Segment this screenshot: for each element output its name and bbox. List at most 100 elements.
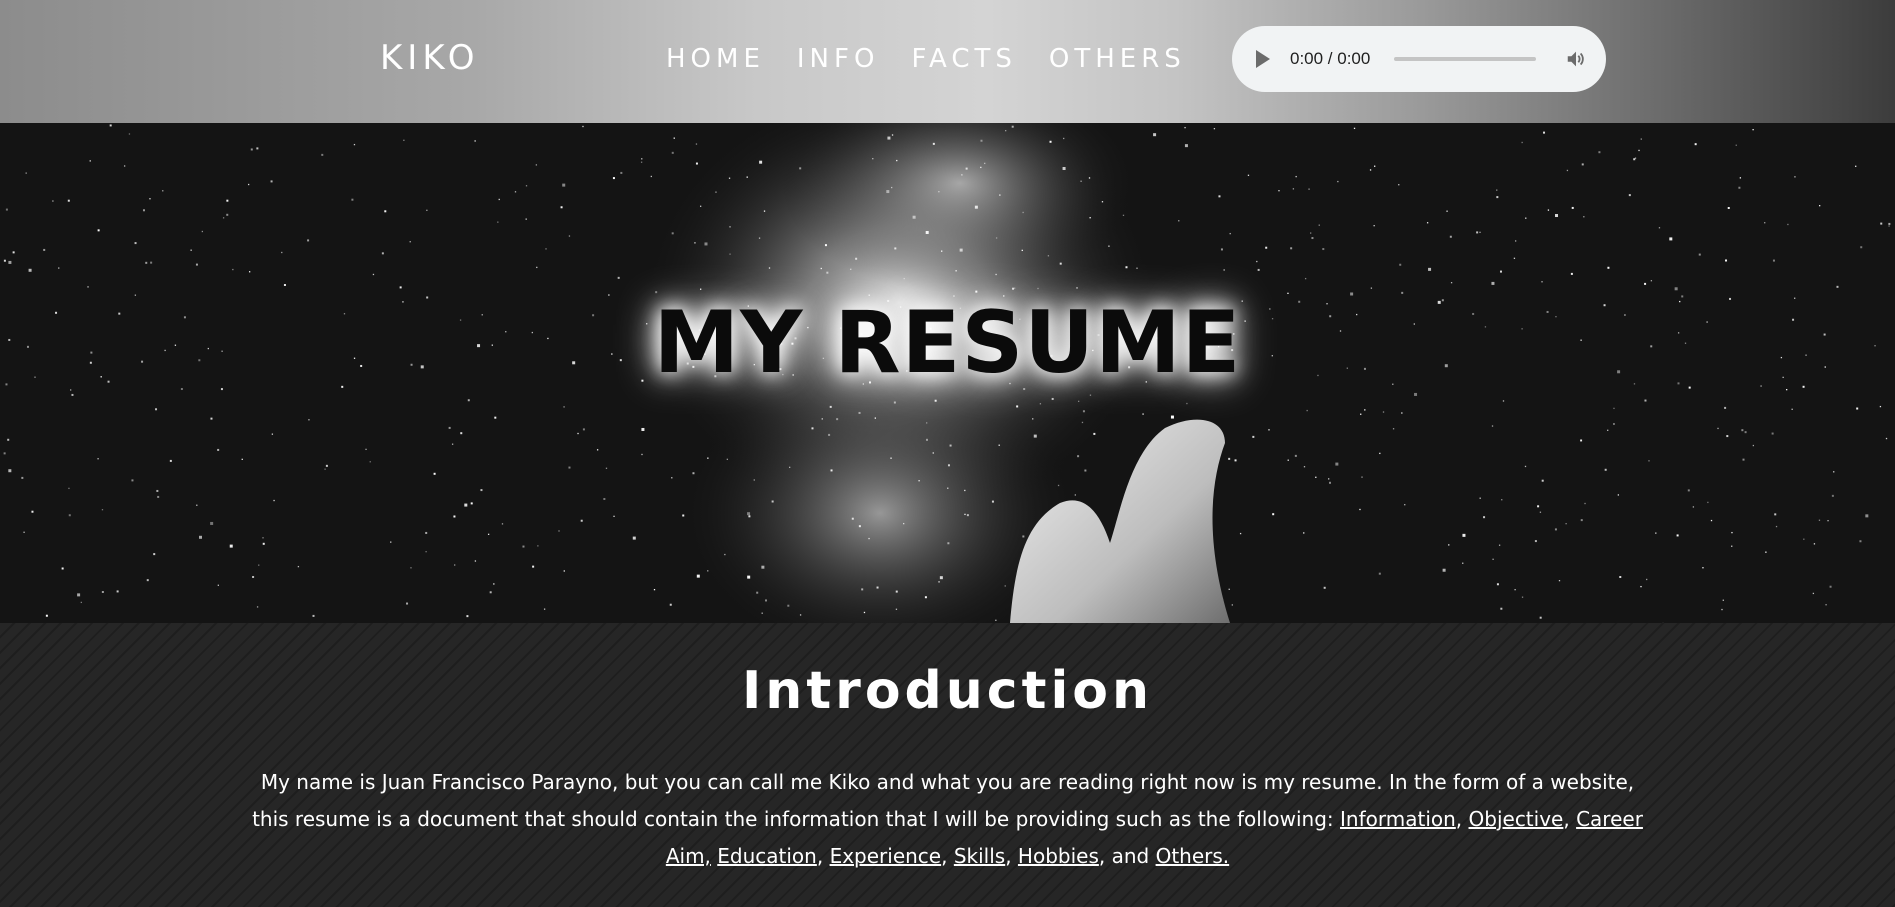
introduction-heading: Introduction — [741, 661, 1154, 721]
star — [991, 500, 994, 503]
star — [384, 210, 387, 213]
star — [1012, 287, 1015, 290]
link-others[interactable]: Others. — [1156, 844, 1230, 868]
star — [1534, 540, 1537, 543]
star — [1514, 589, 1516, 591]
star — [694, 242, 696, 244]
star — [1739, 177, 1742, 179]
star — [1836, 285, 1839, 288]
star — [1584, 502, 1586, 505]
star — [1491, 281, 1495, 285]
star — [1855, 165, 1857, 167]
star — [1401, 412, 1403, 414]
star — [1213, 128, 1216, 130]
star — [1084, 469, 1087, 472]
star — [1011, 125, 1014, 128]
star — [109, 124, 112, 127]
star — [1638, 149, 1640, 152]
star — [826, 271, 829, 274]
star — [5, 208, 8, 211]
star — [1496, 196, 1499, 199]
star — [1479, 497, 1481, 499]
star — [1617, 494, 1620, 496]
audio-progress-bar[interactable] — [1394, 57, 1536, 61]
link-objective[interactable]: Objective — [1469, 807, 1564, 831]
link-information[interactable]: Information — [1340, 807, 1456, 831]
star — [1607, 266, 1610, 269]
star — [1721, 608, 1723, 611]
site-logo[interactable]: KIKO — [380, 38, 480, 78]
star — [1303, 466, 1306, 468]
star — [1306, 409, 1308, 412]
star — [1640, 585, 1642, 588]
star — [399, 286, 402, 289]
star — [1228, 457, 1231, 460]
star — [1220, 248, 1223, 251]
star — [671, 151, 674, 154]
star — [1833, 471, 1835, 473]
star — [1476, 231, 1479, 234]
star — [1022, 211, 1024, 214]
star — [156, 489, 159, 492]
star — [1498, 544, 1501, 546]
link-education[interactable]: Education — [717, 844, 817, 868]
star — [1303, 532, 1305, 534]
star — [1613, 423, 1615, 425]
volume-icon[interactable] — [1565, 48, 1587, 70]
star — [1364, 409, 1366, 411]
link-hobbies[interactable]: Hobbies — [1018, 844, 1099, 868]
star — [535, 164, 538, 166]
star — [162, 190, 164, 192]
star — [1004, 585, 1006, 587]
star — [101, 509, 104, 511]
star — [97, 229, 100, 232]
star — [1644, 282, 1647, 285]
star — [425, 531, 428, 534]
star — [974, 205, 978, 209]
star — [887, 136, 891, 140]
nav-home[interactable]: HOME — [666, 44, 765, 74]
play-icon[interactable] — [1256, 50, 1270, 68]
star — [281, 251, 283, 254]
star — [858, 411, 861, 414]
star — [12, 251, 15, 254]
star — [876, 586, 879, 589]
link-experience[interactable]: Experience — [830, 844, 942, 868]
star — [918, 480, 920, 482]
star — [460, 432, 463, 435]
star — [1247, 174, 1250, 176]
star — [605, 467, 608, 469]
star — [1039, 403, 1042, 405]
star — [1032, 418, 1034, 420]
star — [195, 263, 198, 266]
star — [1315, 476, 1317, 478]
star — [759, 160, 763, 164]
star — [1541, 479, 1544, 482]
star — [1744, 431, 1747, 434]
separator-and: , and — [1098, 844, 1156, 868]
star — [1379, 452, 1381, 455]
star — [1537, 505, 1540, 508]
star — [409, 241, 411, 243]
star — [855, 257, 858, 260]
star — [68, 514, 71, 517]
nav-facts[interactable]: FACTS — [911, 44, 1016, 74]
star — [1827, 520, 1829, 522]
star — [671, 477, 673, 479]
star — [25, 172, 27, 174]
nav-info[interactable]: INFO — [797, 44, 880, 74]
star — [999, 194, 1001, 196]
star — [582, 125, 584, 128]
star — [1399, 263, 1402, 266]
star — [829, 405, 832, 408]
star — [97, 458, 99, 460]
star — [1727, 206, 1730, 209]
star — [250, 148, 253, 151]
star — [612, 177, 615, 180]
star — [1033, 434, 1037, 438]
star — [1628, 194, 1631, 197]
star — [1607, 429, 1609, 431]
nav-others[interactable]: OTHERS — [1049, 44, 1186, 74]
star — [653, 588, 656, 591]
link-skills[interactable]: Skills — [954, 844, 1005, 868]
